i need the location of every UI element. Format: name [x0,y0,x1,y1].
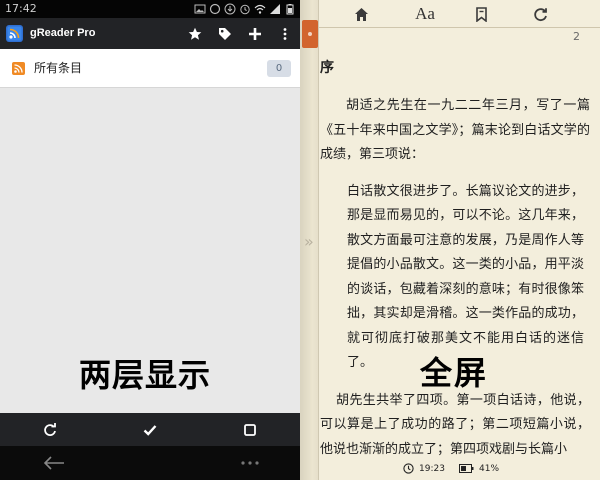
system-nav-bar [0,446,300,480]
square-icon [244,423,256,436]
battery-icon [284,3,296,15]
select-button[interactable] [230,413,270,446]
rss-icon [12,62,25,75]
reader-pane: » Aa 2 序 胡适之先生在一九二二年三月，写了一篇《五十年来中国之文学》；篇… [300,0,600,480]
bookmark-tab[interactable] [302,20,318,48]
book-spine: » [300,0,319,480]
status-bar: 17:42 [0,0,300,18]
greader-pane: 17:42 gReader Pro 所有条目 0 两层显示 [0,0,300,480]
more-button[interactable] [230,446,270,480]
feed-list-item[interactable]: 所有条目 0 [0,49,300,88]
app-action-bar: gReader Pro [0,18,300,49]
page-number: 2 [573,30,580,43]
back-arrow-icon [43,456,64,470]
mark-all-read-button[interactable] [130,413,170,446]
back-button[interactable] [34,446,74,480]
home-button[interactable] [346,2,376,26]
status-icons [194,0,296,18]
bookmark-button[interactable] [466,2,496,26]
signal-icon [269,3,281,15]
sync-icon [533,7,547,21]
reader-toolbar: Aa [319,0,600,28]
sync-button[interactable] [525,2,555,26]
quote-paragraph: 白话散文很进步了。长篇议论文的进步，那是显而易见的，可以不论。这几年来，散文方面… [347,183,584,371]
battery-icon [459,464,474,473]
tag-icon [219,27,231,40]
tag-button[interactable] [210,18,240,49]
app-title: gReader Pro [30,27,96,39]
check-icon [143,424,157,436]
clock-time: 19:23 [419,464,445,474]
expand-arrow-icon[interactable]: » [304,232,314,251]
feed-label: 所有条目 [34,61,83,75]
alarm-icon [239,3,251,15]
right-caption: 全屏 [420,354,489,392]
clock-icon [403,463,414,474]
ring-icon [209,3,221,15]
image-icon [194,3,206,15]
paragraph: 胡先生共举了四项。第一项白话诗，他说，可以算是上了成功的路了；第二项短篇小说，他… [320,392,590,457]
overflow-menu-button[interactable] [270,18,300,49]
reader-status-bar: 19:23 41% [319,459,600,480]
greader-logo-icon[interactable] [6,25,23,42]
unread-count-badge: 0 [267,60,291,77]
battery-percent: 41% [479,464,500,474]
bottom-toolbar [0,413,300,446]
add-button[interactable] [240,18,270,49]
status-time: 17:42 [5,2,37,15]
overflow-menu-icon [283,27,287,40]
wifi-icon [254,3,266,15]
plus-icon [249,27,261,40]
bookmark-dot [308,32,312,36]
left-caption: 两层显示 [78,356,211,394]
reader-content[interactable]: 序 胡适之先生在一九二二年三月，写了一篇《五十年来中国之文学》；篇末论到白话文学… [320,58,590,462]
star-button[interactable] [180,18,210,49]
refresh-icon [44,422,56,436]
bookmark-icon [475,6,487,22]
chapter-title: 序 [320,60,334,76]
download-icon [224,3,236,15]
star-icon [188,27,202,40]
refresh-button[interactable] [30,413,70,446]
more-dots-icon [241,461,259,465]
paragraph: 胡适之先生在一九二二年三月，写了一篇《五十年来中国之文学》；篇末论到白话文学的成… [320,98,590,162]
font-size-button[interactable]: Aa [405,2,445,26]
home-icon [354,7,368,21]
